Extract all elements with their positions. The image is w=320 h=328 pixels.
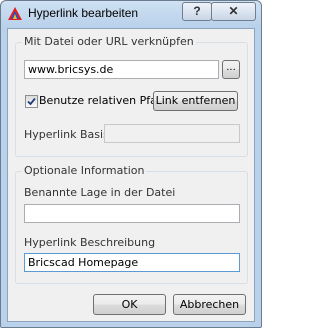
location-input[interactable] [24,204,240,223]
help-button[interactable]: ? [182,2,212,21]
ok-button[interactable]: OK [93,294,166,315]
hyperlink-base-input[interactable] [104,124,240,143]
cancel-button[interactable]: Abbrechen [173,294,246,315]
relative-path-checkbox[interactable] [25,95,38,108]
description-label: Hyperlink Beschreibung [24,236,156,249]
location-label: Benannte Lage in der Datei [24,186,176,199]
window-title: Hyperlink bearbeiten [28,6,139,20]
optional-group-label: Optionale Information [22,164,147,177]
url-input[interactable]: www.bricsys.de [24,60,219,79]
app-icon [8,7,22,20]
remove-link-button[interactable]: Link entfernen [153,91,238,111]
dialog-window: Hyperlink bearbeiten ? ✕ Mit Datei oder … [0,0,262,328]
link-group-label: Mit Datei oder URL verknüpfen [22,35,196,48]
title-bar[interactable]: Hyperlink bearbeiten ? ✕ [1,1,261,27]
close-button[interactable]: ✕ [211,2,256,21]
checkmark-icon [27,97,36,106]
description-input[interactable]: Bricscad Homepage [24,253,240,272]
dialog-body: Mit Datei oder URL verknüpfen www.bricsy… [7,28,255,322]
relative-path-label[interactable]: Benutze relativen Pfad [39,94,164,107]
browse-button[interactable]: ... [222,60,240,79]
hyperlink-base-label: Hyperlink Basis: [24,128,113,141]
